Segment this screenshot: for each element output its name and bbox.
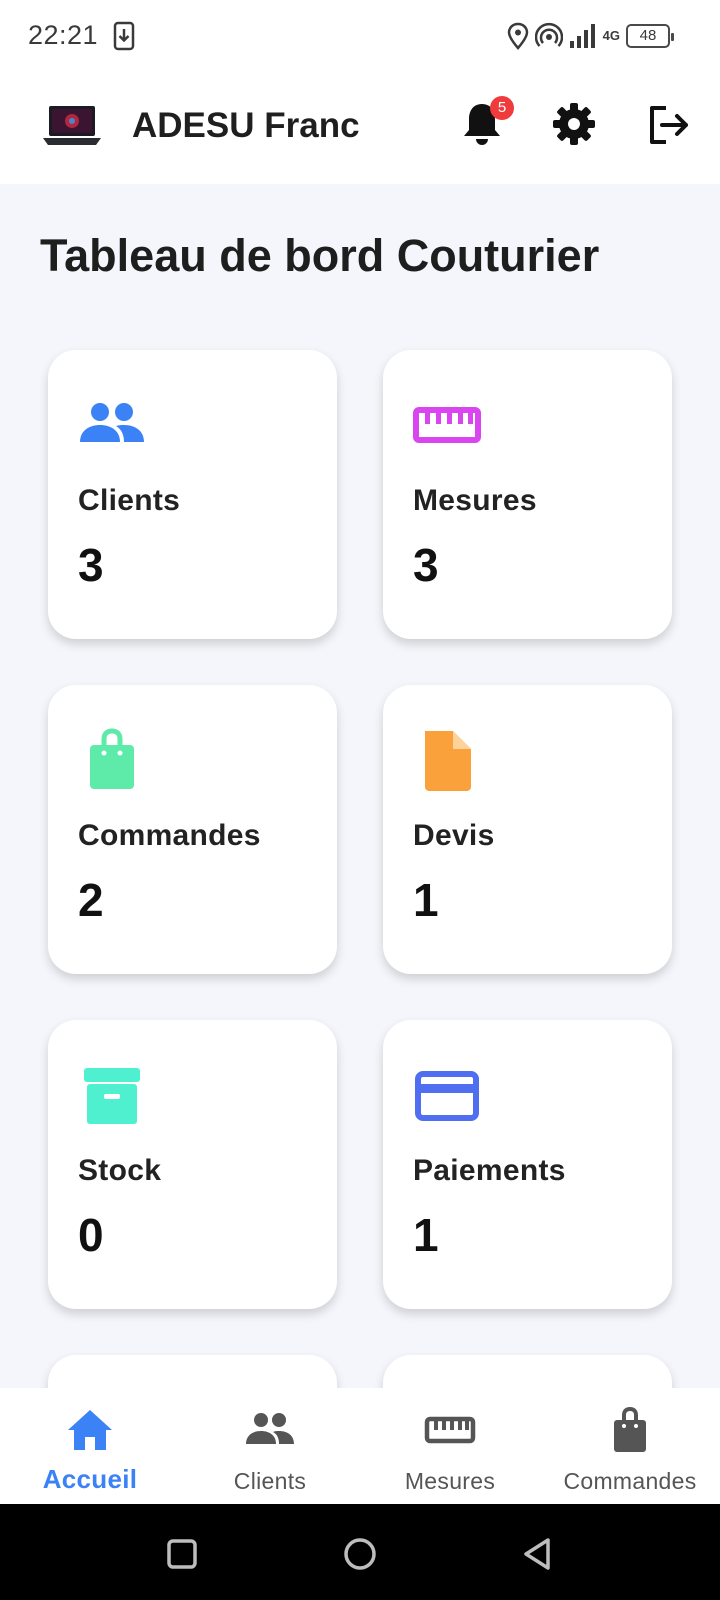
app-title: ADESU Franc: [132, 106, 360, 145]
bottom-nav: Accueil Clients Mesures Commandes: [0, 1388, 720, 1504]
shopping-bag-icon: [614, 1406, 646, 1452]
network-type: 4G: [602, 28, 620, 43]
card-label: Stock: [78, 1154, 162, 1187]
nav-item-commandes[interactable]: Commandes: [540, 1388, 720, 1504]
card-label: Devis: [413, 819, 495, 852]
card-value: 1: [413, 874, 439, 926]
hotspot-icon: [534, 22, 563, 47]
archive-box-icon: [84, 1068, 140, 1124]
nav-label: Mesures: [404, 1468, 496, 1494]
shopping-bag-icon: [90, 728, 134, 789]
logout-icon[interactable]: [646, 102, 692, 148]
location-icon: [507, 22, 528, 50]
signal-icon: [569, 24, 595, 48]
back-icon[interactable]: [520, 1536, 554, 1572]
nav-item-clients[interactable]: Clients: [180, 1388, 360, 1504]
card-value: 2: [78, 874, 104, 926]
app-bar: ADESU Franc 5: [0, 72, 720, 184]
card-label: Mesures: [413, 484, 537, 517]
notification-badge: 5: [490, 96, 514, 120]
card-value: 0: [78, 1209, 104, 1261]
card-value: 1: [413, 1209, 439, 1261]
battery-icon: 48: [626, 24, 674, 48]
status-time: 22:21: [28, 20, 99, 50]
card-value: 3: [413, 539, 439, 591]
card-clients[interactable]: Clients 3: [48, 350, 337, 639]
card-devis[interactable]: Devis 1: [383, 685, 672, 974]
recent-apps-icon[interactable]: [166, 1538, 198, 1570]
card-label: Commandes: [78, 819, 261, 852]
credit-card-icon: [415, 1071, 479, 1121]
page-title: Tableau de bord Couturier: [40, 230, 600, 281]
battery-level: 48: [639, 27, 657, 44]
avatar[interactable]: [40, 102, 104, 150]
status-bar: 22:21 4G 48: [0, 0, 720, 72]
card-value: 3: [78, 539, 104, 591]
card-label: Clients: [78, 484, 181, 517]
home-icon: [68, 1410, 112, 1450]
ruler-icon: [424, 1416, 476, 1444]
people-icon: [246, 1413, 294, 1444]
system-nav-bar: [0, 1504, 720, 1600]
people-icon: [80, 403, 144, 442]
nav-label: Clients: [233, 1468, 307, 1494]
gear-icon[interactable]: [550, 100, 598, 148]
card-mesures[interactable]: Mesures 3: [383, 350, 672, 639]
download-icon: [113, 21, 135, 51]
home-button-icon[interactable]: [342, 1536, 378, 1572]
nav-label: Commandes: [563, 1468, 697, 1494]
card-stock[interactable]: Stock 0: [48, 1020, 337, 1309]
card-label: Paiements: [413, 1154, 566, 1187]
nav-item-mesures[interactable]: Mesures: [360, 1388, 540, 1504]
nav-label: Accueil: [42, 1464, 138, 1494]
nav-item-accueil[interactable]: Accueil: [0, 1388, 180, 1504]
card-commandes[interactable]: Commandes 2: [48, 685, 337, 974]
ruler-icon: [413, 407, 481, 443]
status-indicators: 4G 48: [507, 20, 674, 52]
card-paiements[interactable]: Paiements 1: [383, 1020, 672, 1309]
document-icon: [425, 731, 471, 791]
